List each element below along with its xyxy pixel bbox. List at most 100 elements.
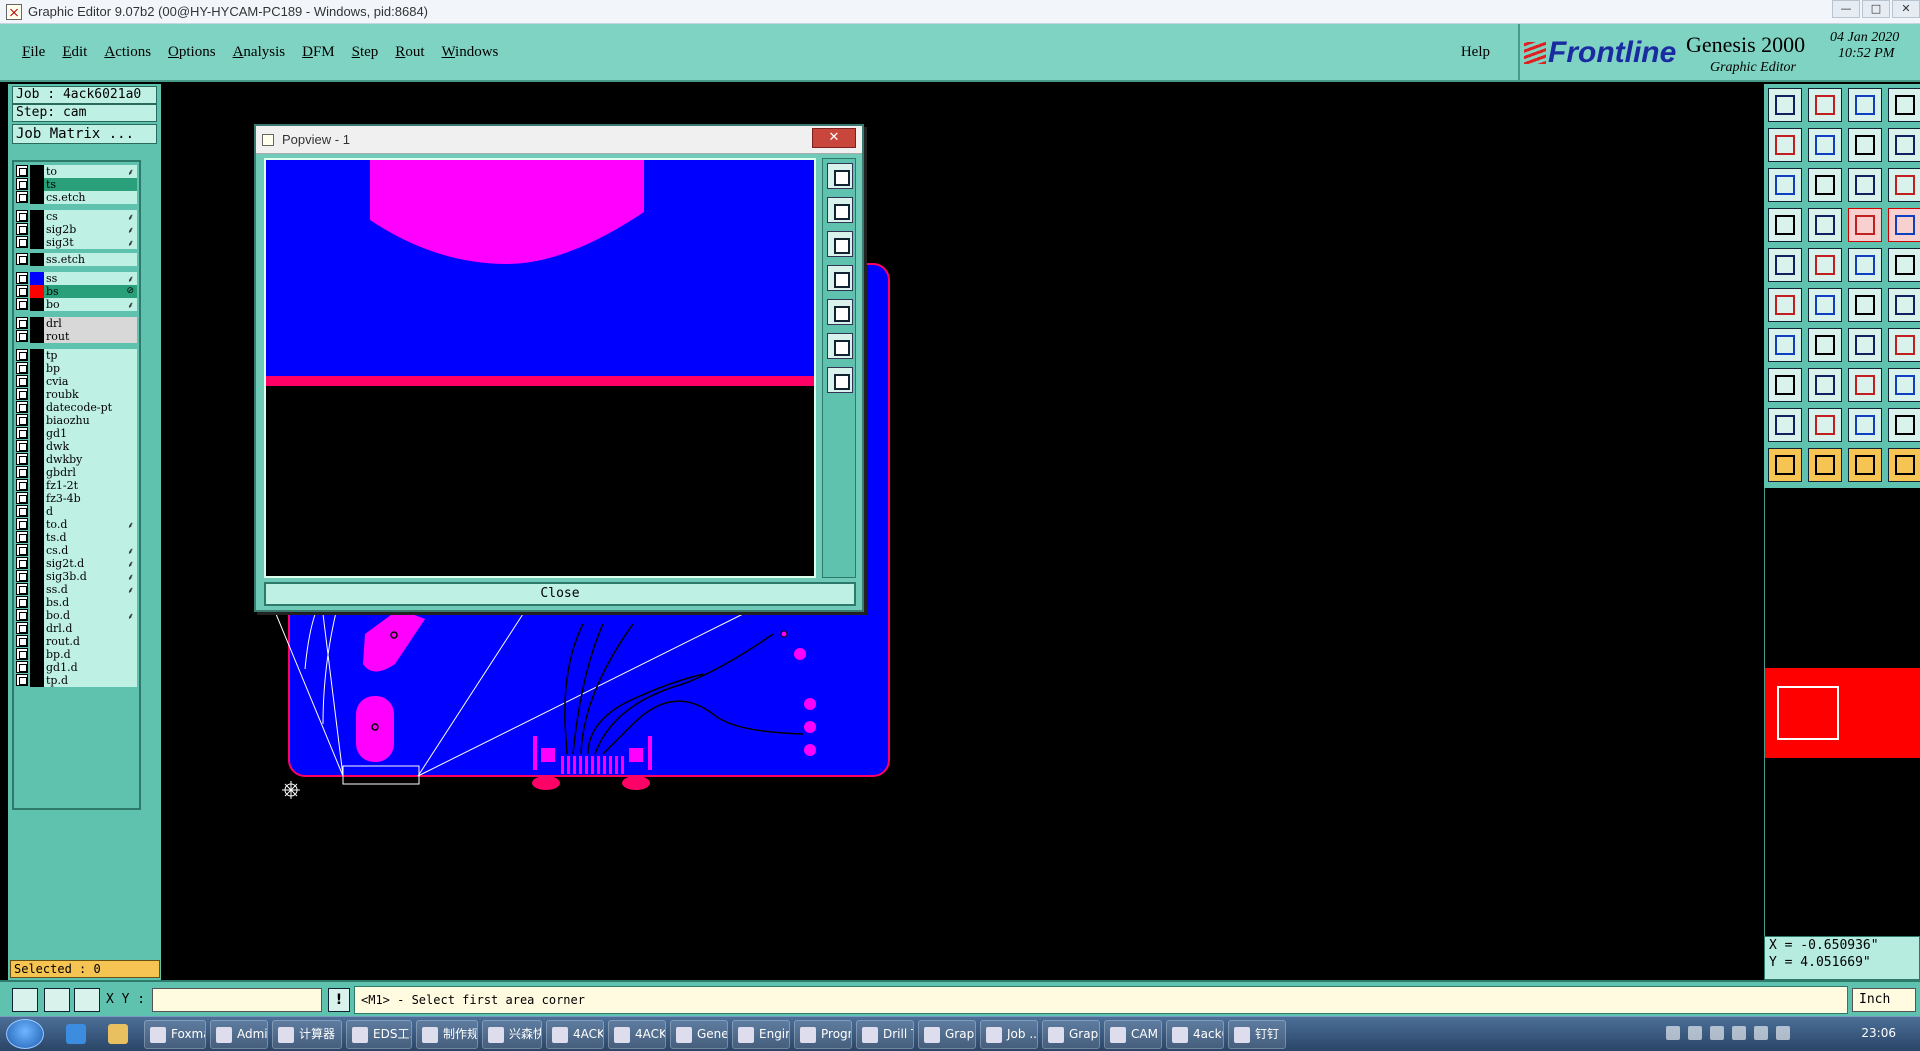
layer-checkbox[interactable]	[16, 236, 28, 248]
layer-row[interactable]: ts	[16, 177, 137, 191]
layer-color-swatch[interactable]	[30, 252, 44, 266]
layer-name[interactable]: datecode-pt	[44, 400, 137, 414]
layer-row[interactable]: cs ⸙	[16, 209, 137, 223]
layer-name[interactable]: sig3b.d	[44, 569, 137, 583]
layer-color-swatch[interactable]	[30, 556, 44, 570]
layer-color-swatch[interactable]	[30, 517, 44, 531]
layer-color-swatch[interactable]	[30, 478, 44, 492]
taskbar-task[interactable]: Admi...	[210, 1020, 268, 1049]
layer-checkbox[interactable]	[16, 453, 28, 465]
layer-color-swatch[interactable]	[30, 284, 44, 298]
layer-row[interactable]: cs.d ⸙	[16, 543, 137, 557]
layer-color-swatch[interactable]	[30, 452, 44, 466]
peak-icon[interactable]	[1808, 408, 1842, 442]
layer-checkbox[interactable]	[16, 557, 28, 569]
layer-color-swatch[interactable]	[30, 297, 44, 311]
menu-edit[interactable]: Edit	[62, 44, 87, 61]
layer-color-swatch[interactable]	[30, 387, 44, 401]
layer-row[interactable]: sig2b ⸙	[16, 222, 137, 236]
pen-icon[interactable]	[1808, 328, 1842, 362]
layer-color-swatch[interactable]	[30, 190, 44, 204]
layer-row[interactable]: bs.d	[16, 595, 137, 609]
layer-name[interactable]: cs.etch	[44, 190, 137, 204]
tray-icon[interactable]	[1666, 1026, 1680, 1040]
layer-checkbox[interactable]	[16, 609, 28, 621]
layer-color-swatch[interactable]	[30, 177, 44, 191]
taskbar-task[interactable]: 4ACK...	[546, 1020, 604, 1049]
layer-checkbox[interactable]	[16, 253, 28, 265]
taskbar-task[interactable]: Graph...	[1042, 1020, 1100, 1049]
taskbar-task[interactable]: 制作规...	[416, 1020, 478, 1049]
menu-windows[interactable]: Windows	[441, 44, 498, 61]
ie-icon[interactable]	[66, 1024, 86, 1044]
cross-icon[interactable]	[1808, 288, 1842, 322]
layer-checkbox[interactable]	[16, 583, 28, 595]
layer-color-swatch[interactable]	[30, 491, 44, 505]
layer-name[interactable]: bp	[44, 361, 137, 375]
layer-row[interactable]: biaozhu	[16, 413, 137, 427]
layer-name[interactable]: d	[44, 504, 137, 518]
layer-row[interactable]: to.d ⸙	[16, 517, 137, 531]
layer-color-swatch[interactable]	[30, 543, 44, 557]
taskbar-task[interactable]: Progr...	[794, 1020, 852, 1049]
layer-checkbox[interactable]	[16, 414, 28, 426]
layer-row[interactable]: gbdrl	[16, 465, 137, 479]
layer-row[interactable]: gd1	[16, 426, 137, 440]
arc-icon[interactable]	[1848, 328, 1882, 362]
layer-color-swatch[interactable]	[30, 348, 44, 362]
layer-row[interactable]: roubk	[16, 387, 137, 401]
layer-color-swatch[interactable]	[30, 608, 44, 622]
layer-name[interactable]: biaozhu	[44, 413, 137, 427]
taskbar-task[interactable]: Engin...	[732, 1020, 790, 1049]
polygon-icon[interactable]	[1888, 408, 1920, 442]
layer-color-swatch[interactable]	[30, 329, 44, 343]
layer-checkbox[interactable]	[16, 223, 28, 235]
layer-name[interactable]: ss.d	[44, 582, 137, 596]
popview-close-button[interactable]: Close	[264, 582, 856, 606]
layer-row[interactable]: sig2t.d ⸙	[16, 556, 137, 570]
job-matrix-button[interactable]: Job Matrix ...	[12, 124, 157, 144]
layer-color-swatch[interactable]	[30, 595, 44, 609]
layer-name[interactable]: cs.d	[44, 543, 137, 557]
minimize-button[interactable]: —	[1832, 0, 1860, 18]
layer-name[interactable]: bo	[44, 297, 137, 311]
layer-row[interactable]: drl.d	[16, 621, 137, 635]
layer-color-swatch[interactable]	[30, 569, 44, 583]
move-up-icon[interactable]	[1768, 88, 1802, 122]
close-window-button[interactable]: ✕	[1892, 0, 1920, 18]
triangle-icon[interactable]	[1768, 408, 1802, 442]
popview-dialog[interactable]: Popview - 1 ✕ Close	[254, 124, 864, 612]
move-down-icon[interactable]	[1808, 88, 1842, 122]
taskbar-task[interactable]: Foxmail	[144, 1020, 206, 1049]
pointer-icon[interactable]	[1768, 448, 1802, 482]
redo-icon[interactable]	[1888, 128, 1920, 162]
explorer-icon[interactable]	[108, 1024, 128, 1044]
layer-row[interactable]: bo ⸙	[16, 297, 137, 311]
layer-row[interactable]: cs.etch	[16, 190, 137, 204]
layer-checkbox[interactable]	[16, 492, 28, 504]
popview-titlebar[interactable]: Popview - 1 ✕	[256, 126, 862, 154]
layer-checkbox[interactable]	[16, 661, 28, 673]
layer-color-swatch[interactable]	[30, 504, 44, 518]
line-icon[interactable]	[1808, 248, 1842, 282]
taskbar-task[interactable]: Job ...	[980, 1020, 1038, 1049]
select-icon[interactable]	[1808, 448, 1842, 482]
layer-color-swatch[interactable]	[30, 316, 44, 330]
menu-actions[interactable]: Actions	[104, 44, 151, 61]
navigation-overview[interactable]	[1764, 488, 1920, 936]
layer-checkbox[interactable]	[16, 596, 28, 608]
layer-name[interactable]: cs	[44, 209, 137, 223]
layer-color-swatch[interactable]	[30, 222, 44, 236]
move-shape-icon[interactable]	[1768, 368, 1802, 402]
query-icon[interactable]	[1888, 168, 1920, 202]
layer-checkbox[interactable]	[16, 674, 28, 686]
layer-row[interactable]: d	[16, 504, 137, 518]
popview-close-x-button[interactable]: ✕	[812, 128, 856, 148]
tray-icon[interactable]	[1732, 1026, 1746, 1040]
taskbar-task[interactable]: Gene...	[670, 1020, 728, 1049]
layer-checkbox[interactable]	[16, 427, 28, 439]
dot-icon[interactable]	[1888, 248, 1920, 282]
pad-icon[interactable]	[1768, 248, 1802, 282]
layer-color-swatch[interactable]	[30, 465, 44, 479]
maximize-button[interactable]: □	[1862, 0, 1890, 18]
